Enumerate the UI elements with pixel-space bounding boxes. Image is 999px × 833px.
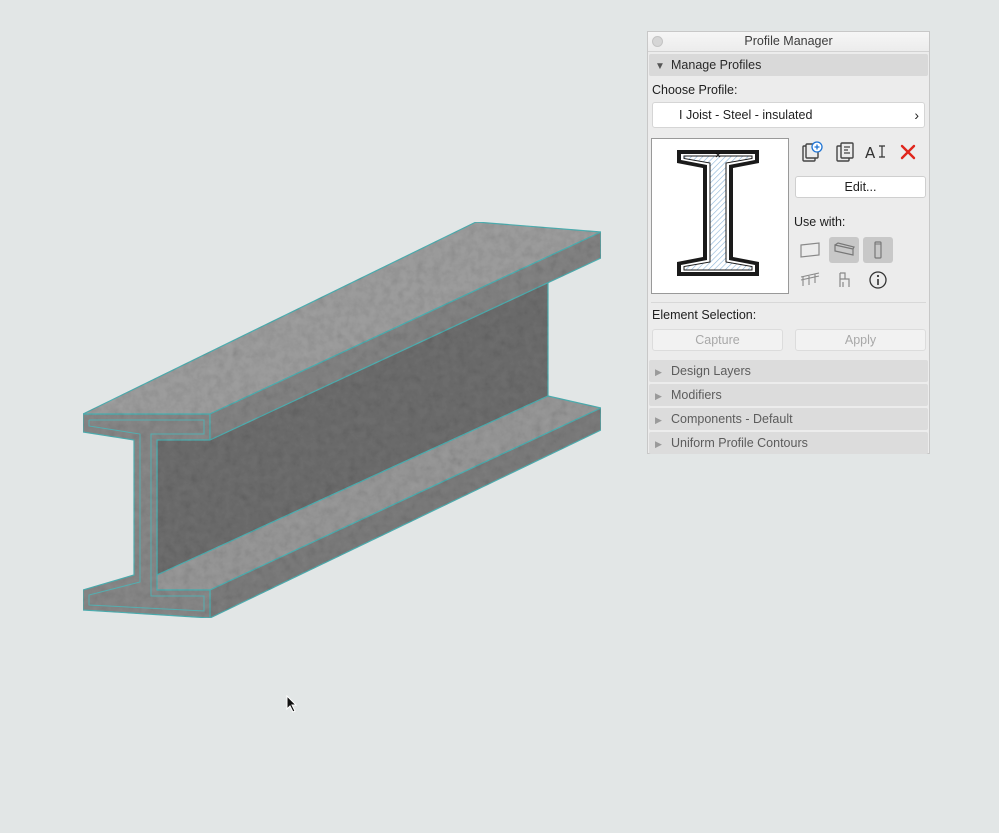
- capture-button[interactable]: Capture: [652, 329, 783, 351]
- mouse-cursor: [286, 695, 298, 713]
- section-label: Manage Profiles: [671, 58, 762, 72]
- column-tool-icon[interactable]: [863, 237, 893, 263]
- collapsed-sections: ▶ Design Layers ▶ Modifiers ▶ Components - …: [648, 358, 929, 454]
- divider: [651, 302, 926, 303]
- section-label: Uniform Profile Contours: [671, 436, 808, 450]
- delete-icon[interactable]: [893, 139, 923, 165]
- new-profile-icon[interactable]: [797, 139, 827, 165]
- triangle-right-icon: ▶: [655, 367, 662, 377]
- info-icon[interactable]: [863, 267, 893, 293]
- profile-select[interactable]: I Joist - Steel - insulated ›: [652, 102, 925, 128]
- element-selection-label: Element Selection:: [652, 308, 757, 322]
- section-label: Modifiers: [671, 388, 722, 402]
- wall-tool-icon[interactable]: [795, 237, 825, 263]
- apply-button[interactable]: Apply: [795, 329, 926, 351]
- rename-profile-icon[interactable]: A: [861, 139, 891, 165]
- chevron-right-icon: ›: [914, 107, 919, 123]
- section-manage-profiles[interactable]: ▼ Manage Profiles: [649, 54, 928, 76]
- edit-profile-button[interactable]: Edit...: [795, 176, 926, 198]
- section-design-layers[interactable]: ▶ Design Layers: [649, 360, 928, 382]
- section-uniform-profile-contours[interactable]: ▶ Uniform Profile Contours: [649, 432, 928, 454]
- panel-titlebar[interactable]: Profile Manager: [648, 32, 929, 52]
- svg-text:✕: ✕: [715, 151, 722, 160]
- section-label: Components - Default: [671, 412, 793, 426]
- triangle-right-icon: ▶: [655, 391, 662, 401]
- panel-title: Profile Manager: [744, 34, 833, 48]
- close-button[interactable]: [652, 36, 663, 47]
- use-with-label: Use with:: [794, 215, 846, 229]
- railing-tool-icon[interactable]: [795, 267, 825, 293]
- choose-profile-label: Choose Profile:: [652, 83, 738, 97]
- profile-manager-panel: Profile Manager ▼ Manage Profiles Choose …: [647, 31, 930, 454]
- i-joist-preview-icon: ✕: [677, 150, 759, 276]
- triangle-down-icon: ▼: [655, 61, 665, 72]
- svg-text:A: A: [865, 144, 876, 162]
- section-components-default[interactable]: ▶ Components - Default: [649, 408, 928, 430]
- triangle-right-icon: ▶: [655, 415, 662, 425]
- section-label: Design Layers: [671, 364, 751, 378]
- duplicate-profile-icon[interactable]: [830, 139, 860, 165]
- beam-tool-icon[interactable]: [829, 237, 859, 263]
- profile-preview: ✕: [651, 138, 789, 294]
- object-tool-icon[interactable]: [829, 267, 859, 293]
- triangle-right-icon: ▶: [655, 439, 662, 449]
- section-modifiers[interactable]: ▶ Modifiers: [649, 384, 928, 406]
- selected-profile-value: I Joist - Steel - insulated: [679, 108, 813, 122]
